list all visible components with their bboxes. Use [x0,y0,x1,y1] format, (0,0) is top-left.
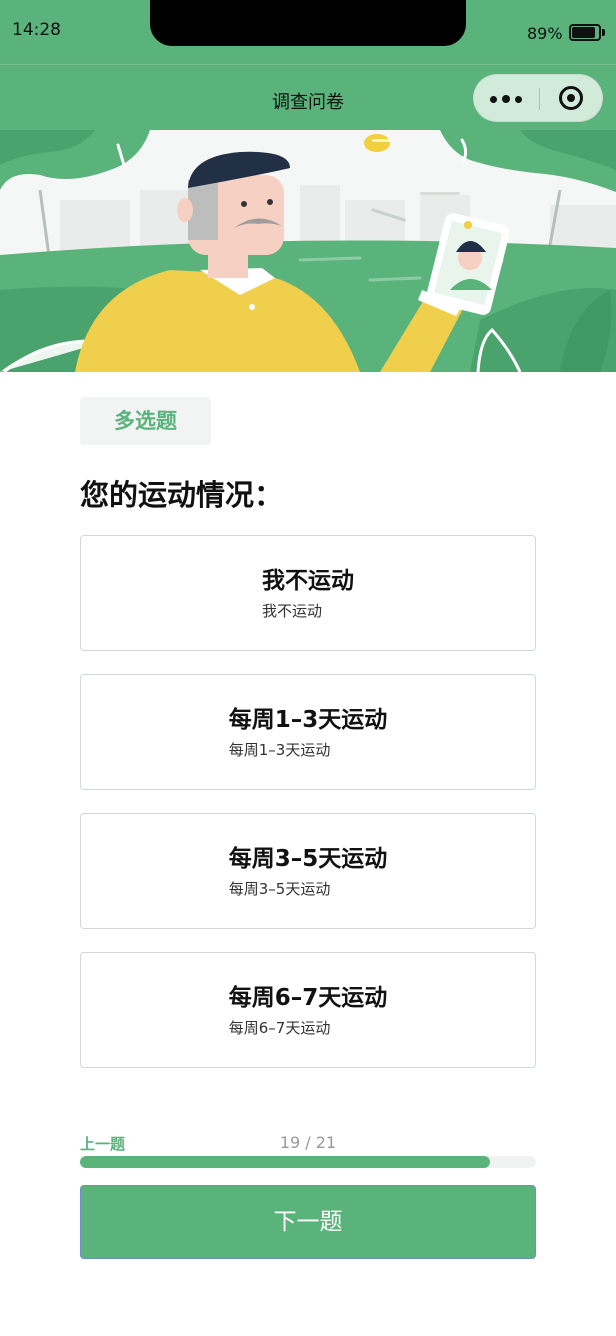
status-time: 14:28 [12,20,61,40]
option-label: 每周6–7天运动 [228,985,388,1011]
mini-program-capsule [473,74,603,122]
option-card[interactable]: 每周6–7天运动 每周6–7天运动 [80,952,536,1068]
option-sublabel: 我不运动 [262,602,323,620]
option-list: 我不运动 我不运动 每周1–3天运动 每周1–3天运动 每周3–5天运动 每周3… [80,535,536,1091]
target-circle-icon[interactable] [540,75,604,121]
progress-bar-fill [80,1156,491,1168]
device-notch [150,0,466,46]
nav-bar: 调查问卷 [0,64,616,130]
option-card[interactable]: 我不运动 我不运动 [80,535,536,651]
option-sublabel: 每周1–3天运动 [228,741,331,759]
option-sublabel: 每周6–7天运动 [228,1019,331,1037]
old-man-phone-illustration [0,130,616,372]
next-question-button[interactable]: 下一题 [80,1185,536,1259]
option-card[interactable]: 每周1–3天运动 每周1–3天运动 [80,674,536,790]
option-sublabel: 每周3–5天运动 [228,880,331,898]
option-label: 每周3–5天运动 [228,846,388,872]
option-card[interactable]: 每周3–5天运动 每周3–5天运动 [80,813,536,929]
status-bar: 14:28 89% [0,0,616,64]
banner-illustration [0,130,616,372]
progress-bar [80,1156,536,1168]
more-dots-icon[interactable] [474,75,538,121]
option-label: 我不运动 [262,568,354,594]
question-title: 您的运动情况： [80,478,284,512]
option-label: 每周1–3天运动 [228,707,388,733]
survey-page: 14:28 89% 调查问卷 多选题 您的运动情况： 我不运动 我不运动 每周1… [0,0,616,1336]
progress-counter: 19 / 21 [279,1133,337,1152]
battery-percent: 89% [527,24,563,43]
previous-question-link[interactable]: 上一题 [80,1133,125,1154]
battery-icon [569,24,605,41]
question-type-tag: 多选题 [80,397,211,445]
